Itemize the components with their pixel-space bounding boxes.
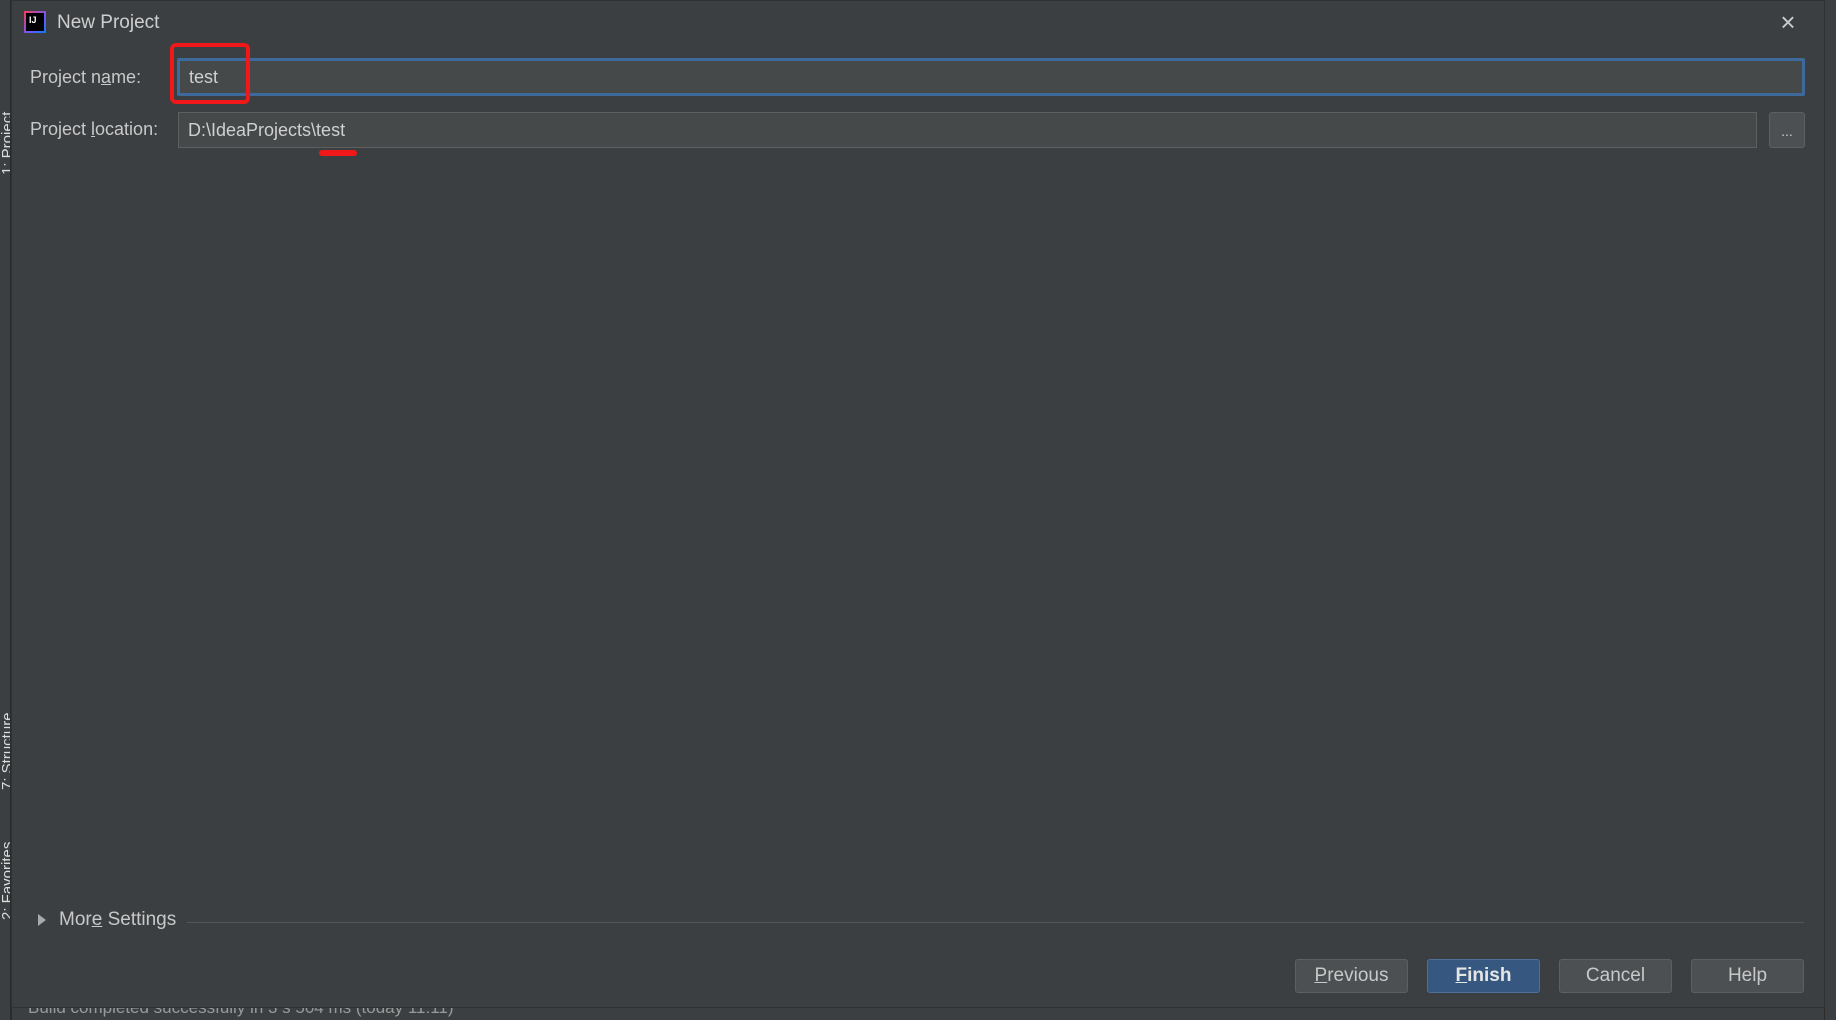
more-settings-toggle[interactable]: More Settings — [38, 909, 176, 931]
tab-project[interactable]: 1: Project — [0, 112, 10, 175]
tab-structure[interactable]: 7: Structure — [0, 712, 10, 790]
new-project-dialog: IJ New Project × Project name: Project l… — [11, 0, 1825, 1008]
finish-button[interactable]: Finish — [1427, 959, 1540, 993]
tab-favorites[interactable]: 2: Favorites — [0, 842, 10, 920]
ide-right-strip — [1824, 0, 1836, 1020]
project-name-label: Project name: — [30, 67, 142, 87]
triangle-right-icon — [38, 914, 46, 926]
project-name-input[interactable] — [177, 58, 1805, 96]
help-button[interactable]: Help — [1691, 959, 1804, 993]
intellij-idea-icon: IJ — [24, 11, 46, 33]
ide-tool-window-strip: 1: Project 7: Structure 2: Favorites — [0, 0, 11, 1020]
project-location-input[interactable] — [178, 112, 1757, 148]
dialog-title: New Project — [57, 12, 160, 33]
project-location-label: Project location: — [30, 119, 159, 139]
annotation-underline — [319, 150, 357, 156]
title-bar: IJ New Project × — [12, 1, 1824, 45]
browse-button[interactable]: ... — [1769, 112, 1805, 148]
ide-status-bar: Build completed successfully in 3 s 504 … — [12, 1006, 1824, 1020]
close-icon[interactable]: × — [1776, 9, 1800, 35]
cancel-button[interactable]: Cancel — [1559, 959, 1672, 993]
more-settings-label: More Settings — [59, 909, 177, 930]
divider — [187, 922, 1804, 923]
previous-button[interactable]: Previous — [1295, 959, 1408, 993]
